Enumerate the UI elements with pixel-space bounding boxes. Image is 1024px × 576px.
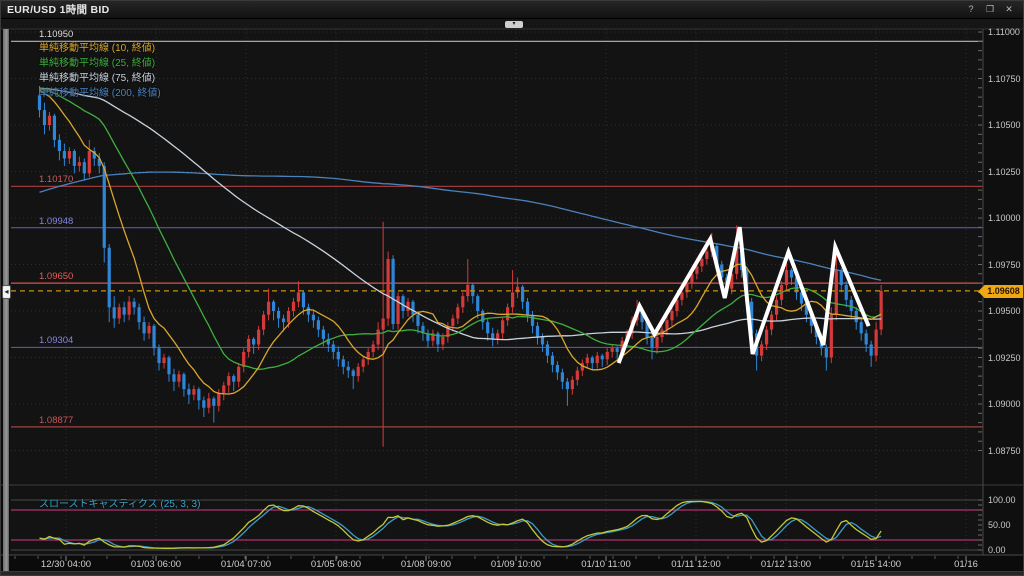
stoch-axis-label: 100.00 <box>988 495 1016 505</box>
price-axis-label: 1.09750 <box>988 260 1021 270</box>
price-line-handle[interactable]: ◂ <box>2 285 11 299</box>
time-axis-label: 01/11 12:00 <box>671 559 720 570</box>
level-price-label: 1.08877 <box>39 415 73 426</box>
stochastic-legend-label: スローストキャスティクス (25, 3, 3) <box>39 495 200 510</box>
legend-ma-10: 単純移動平均線 (10, 終値) <box>39 41 161 56</box>
time-axis-label: 01/08 09:00 <box>401 559 451 570</box>
time-axis-label: 01/09 10:00 <box>491 559 541 570</box>
legend-ma-200: 単純移動平均線 (200, 終値) <box>39 86 161 101</box>
time-axis-label: 12/30 04:00 <box>41 559 91 570</box>
ma-legend: 単純移動平均線 (10, 終値)単純移動平均線 (25, 終値)単純移動平均線 … <box>39 41 161 101</box>
price-axis-label: 1.10250 <box>988 167 1021 177</box>
level-price-label: 1.09650 <box>39 271 73 282</box>
legend-ma-25: 単純移動平均線 (25, 終値) <box>39 56 161 71</box>
stoch-axis-label: 0.00 <box>988 545 1006 555</box>
price-axis-label: 1.10750 <box>988 74 1021 84</box>
left-splitter-strip[interactable] <box>3 29 9 571</box>
price-axis-label: 1.09000 <box>988 399 1021 409</box>
time-axis-label: 01/12 13:00 <box>761 559 811 570</box>
time-axis-label: 01/15 14:00 <box>851 559 901 570</box>
level-price-label: 1.10170 <box>39 174 73 185</box>
price-axis-label: 1.09250 <box>988 353 1021 363</box>
window-bottom-edge <box>1 571 1023 576</box>
price-axis-label: 1.11000 <box>988 27 1020 37</box>
legend-ma-75: 単純移動平均線 (75, 終値) <box>39 71 161 86</box>
current-price-badge: 1.09608 <box>978 285 1024 298</box>
price-axis-label: 1.10000 <box>988 213 1021 223</box>
level-price-label: 1.09948 <box>39 216 73 227</box>
price-axis-label: 1.10500 <box>988 120 1021 130</box>
stoch-axis-label: 50.00 <box>988 520 1011 530</box>
level-price-label: 1.09304 <box>39 335 73 346</box>
chart-window: EUR/USD 1時間 BID ? ❐ ✕ ▾ ◂ 単純移動平均線 (10, 終… <box>0 0 1024 576</box>
time-axis-label: 01/03 06:00 <box>131 559 181 570</box>
level-price-label: 1.10950 <box>39 29 73 40</box>
price-axis-label: 1.08750 <box>988 446 1021 456</box>
time-axis-label: 01/05 08:00 <box>311 559 361 570</box>
price-axis-label: 1.09500 <box>988 306 1021 316</box>
time-axis-label: 01/04 07:00 <box>221 559 271 570</box>
time-axis-label: 01/10 11:00 <box>581 559 630 570</box>
time-axis-label: 01/16 <box>954 559 978 570</box>
